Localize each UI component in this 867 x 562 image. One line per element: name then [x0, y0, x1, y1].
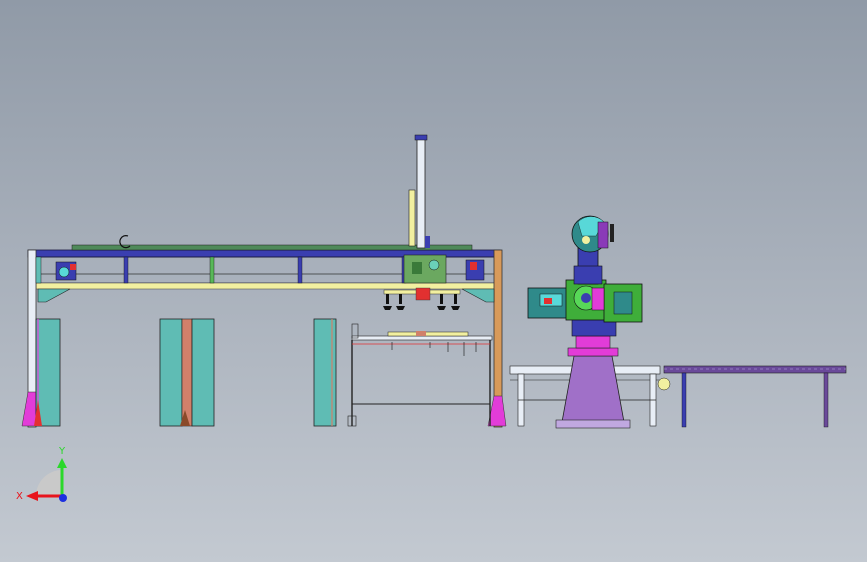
- rack-2: [159, 318, 183, 427]
- rack-1: [35, 318, 61, 427]
- storage-racks: [34, 318, 337, 427]
- x-axis-label: X: [16, 491, 23, 502]
- y-axis-label: Y: [58, 446, 66, 457]
- rack-4: [313, 318, 337, 427]
- left-bracket: [37, 288, 71, 303]
- robot-pedestal: [555, 335, 631, 429]
- industrial-robot: [527, 215, 643, 337]
- roller-conveyor: [663, 365, 847, 374]
- right-bracket: [461, 288, 495, 303]
- work-table: [347, 323, 493, 427]
- gantry-carriage: [403, 254, 447, 284]
- assembly-drawing: Y X: [16, 134, 847, 502]
- axis-triad: Y X: [16, 446, 67, 502]
- robot-conveyor: [663, 365, 847, 428]
- cad-viewport[interactable]: Y X: [0, 0, 867, 562]
- vacuum-gripper: [383, 287, 461, 310]
- rack-3: [191, 318, 215, 427]
- z-axis-mast: [403, 134, 447, 284]
